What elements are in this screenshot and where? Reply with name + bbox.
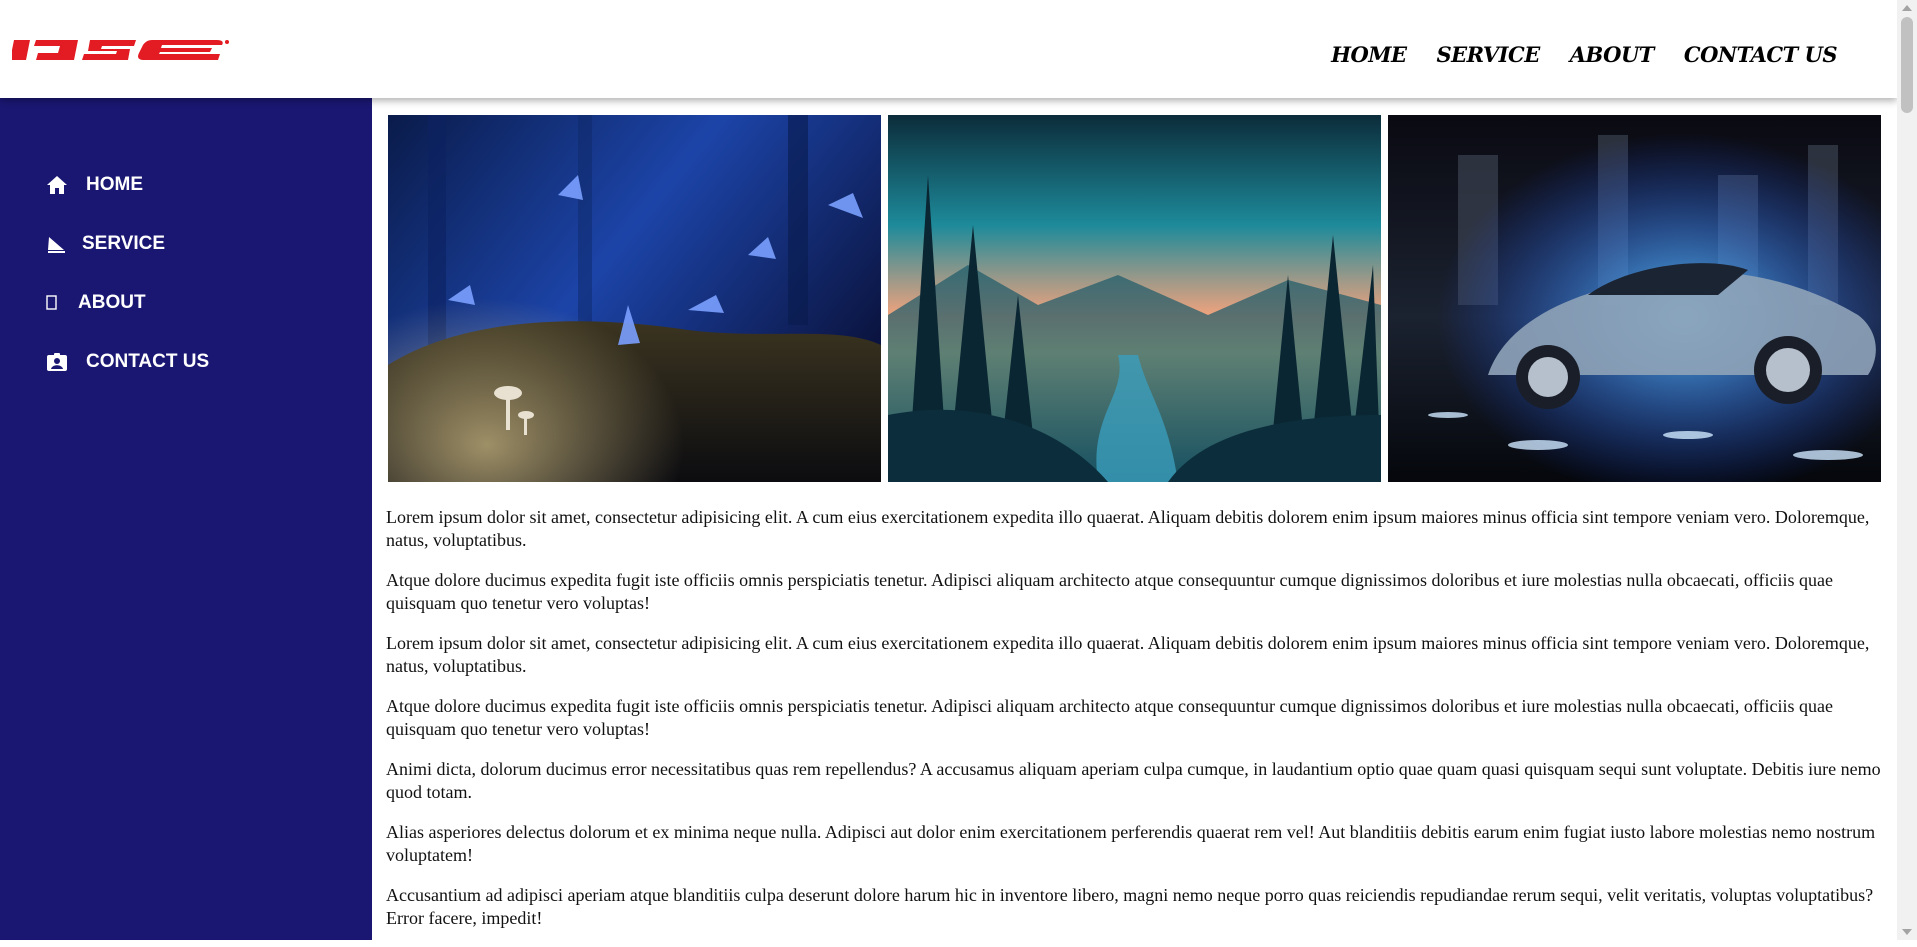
gallery-image-car [1388, 115, 1881, 482]
top-header: HOME SERVICE ABOUT CONTACT US [0, 0, 1897, 98]
sidebar: HOME SERVICE ABOUT CONTACT US [0, 98, 372, 940]
sidebar-item-home[interactable]: HOME [46, 174, 143, 196]
scroll-up-arrow-icon[interactable] [1902, 5, 1912, 11]
sidebar-item-label: HOME [86, 174, 143, 195]
about-icon [46, 292, 68, 314]
scroll-thumb[interactable] [1901, 17, 1913, 113]
gallery-image-forest [888, 115, 1381, 482]
paragraph: Animi dicta, dolorum ducimus error neces… [386, 759, 1881, 802]
article-text: Lorem ipsum dolor sit amet, consectetur … [386, 506, 1886, 947]
contact-card-icon [46, 351, 68, 373]
paragraph: Lorem ipsum dolor sit amet, consectetur … [386, 507, 1870, 550]
topnav-about-link[interactable]: ABOUT [1570, 42, 1655, 67]
home-icon [46, 174, 68, 196]
paragraph: Alias asperiores delectus dolorum et ex … [386, 822, 1876, 865]
topnav-service-link[interactable]: SERVICE [1437, 42, 1541, 67]
service-icon [46, 233, 68, 255]
image-gallery [388, 115, 1881, 482]
sidebar-item-service[interactable]: SERVICE [46, 233, 165, 255]
sidebar-item-about[interactable]: ABOUT [46, 292, 146, 314]
paragraph: Accusantium ad adipisci aperiam atque bl… [386, 885, 1874, 928]
main-content: Lorem ipsum dolor sit amet, consectetur … [372, 98, 1897, 940]
sidebar-item-label: ABOUT [78, 292, 146, 313]
paragraph: Atque dolore ducimus expedita fugit iste… [386, 570, 1833, 613]
paragraph: Atque dolore ducimus expedita fugit iste… [386, 696, 1833, 739]
sidebar-item-label: CONTACT US [86, 351, 210, 372]
sidebar-item-contact[interactable]: CONTACT US [46, 351, 209, 373]
ijse-logo[interactable] [12, 32, 232, 64]
scroll-down-arrow-icon[interactable] [1902, 929, 1912, 935]
sidebar-item-label: SERVICE [82, 233, 166, 254]
ijse-logo-mark [12, 40, 229, 60]
topnav-home-link[interactable]: HOME [1331, 42, 1407, 67]
gallery-image-butterflies [388, 115, 881, 482]
top-nav: HOME SERVICE ABOUT CONTACT US [1331, 42, 1837, 67]
paragraph: Lorem ipsum dolor sit amet, consectetur … [386, 633, 1870, 676]
topnav-contact-link[interactable]: CONTACT US [1684, 42, 1838, 67]
page-scrollbar[interactable] [1897, 0, 1917, 940]
